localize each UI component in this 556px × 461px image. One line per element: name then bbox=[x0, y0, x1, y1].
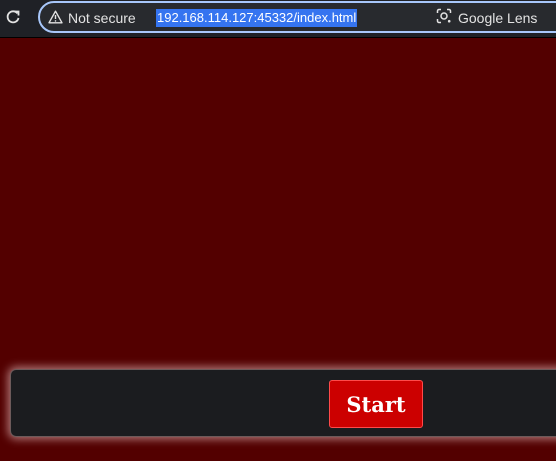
security-indicator[interactable]: Not secure bbox=[48, 9, 136, 27]
google-lens-label: Google Lens bbox=[458, 10, 538, 26]
google-lens-icon bbox=[436, 8, 452, 28]
control-bar: Start bbox=[10, 369, 556, 437]
warning-triangle-icon bbox=[48, 9, 63, 28]
game-area: Start bbox=[0, 38, 556, 461]
google-lens-button[interactable]: Google Lens bbox=[436, 8, 538, 28]
url-text[interactable]: 192.168.114.127:45332/index.html bbox=[156, 9, 358, 27]
reload-icon[interactable] bbox=[4, 8, 22, 26]
browser-toolbar: Not secure 192.168.114.127:45332/index.h… bbox=[0, 0, 556, 38]
address-bar[interactable]: Not secure 192.168.114.127:45332/index.h… bbox=[38, 1, 556, 33]
start-button[interactable]: Start bbox=[329, 380, 423, 428]
security-label: Not secure bbox=[68, 10, 136, 26]
